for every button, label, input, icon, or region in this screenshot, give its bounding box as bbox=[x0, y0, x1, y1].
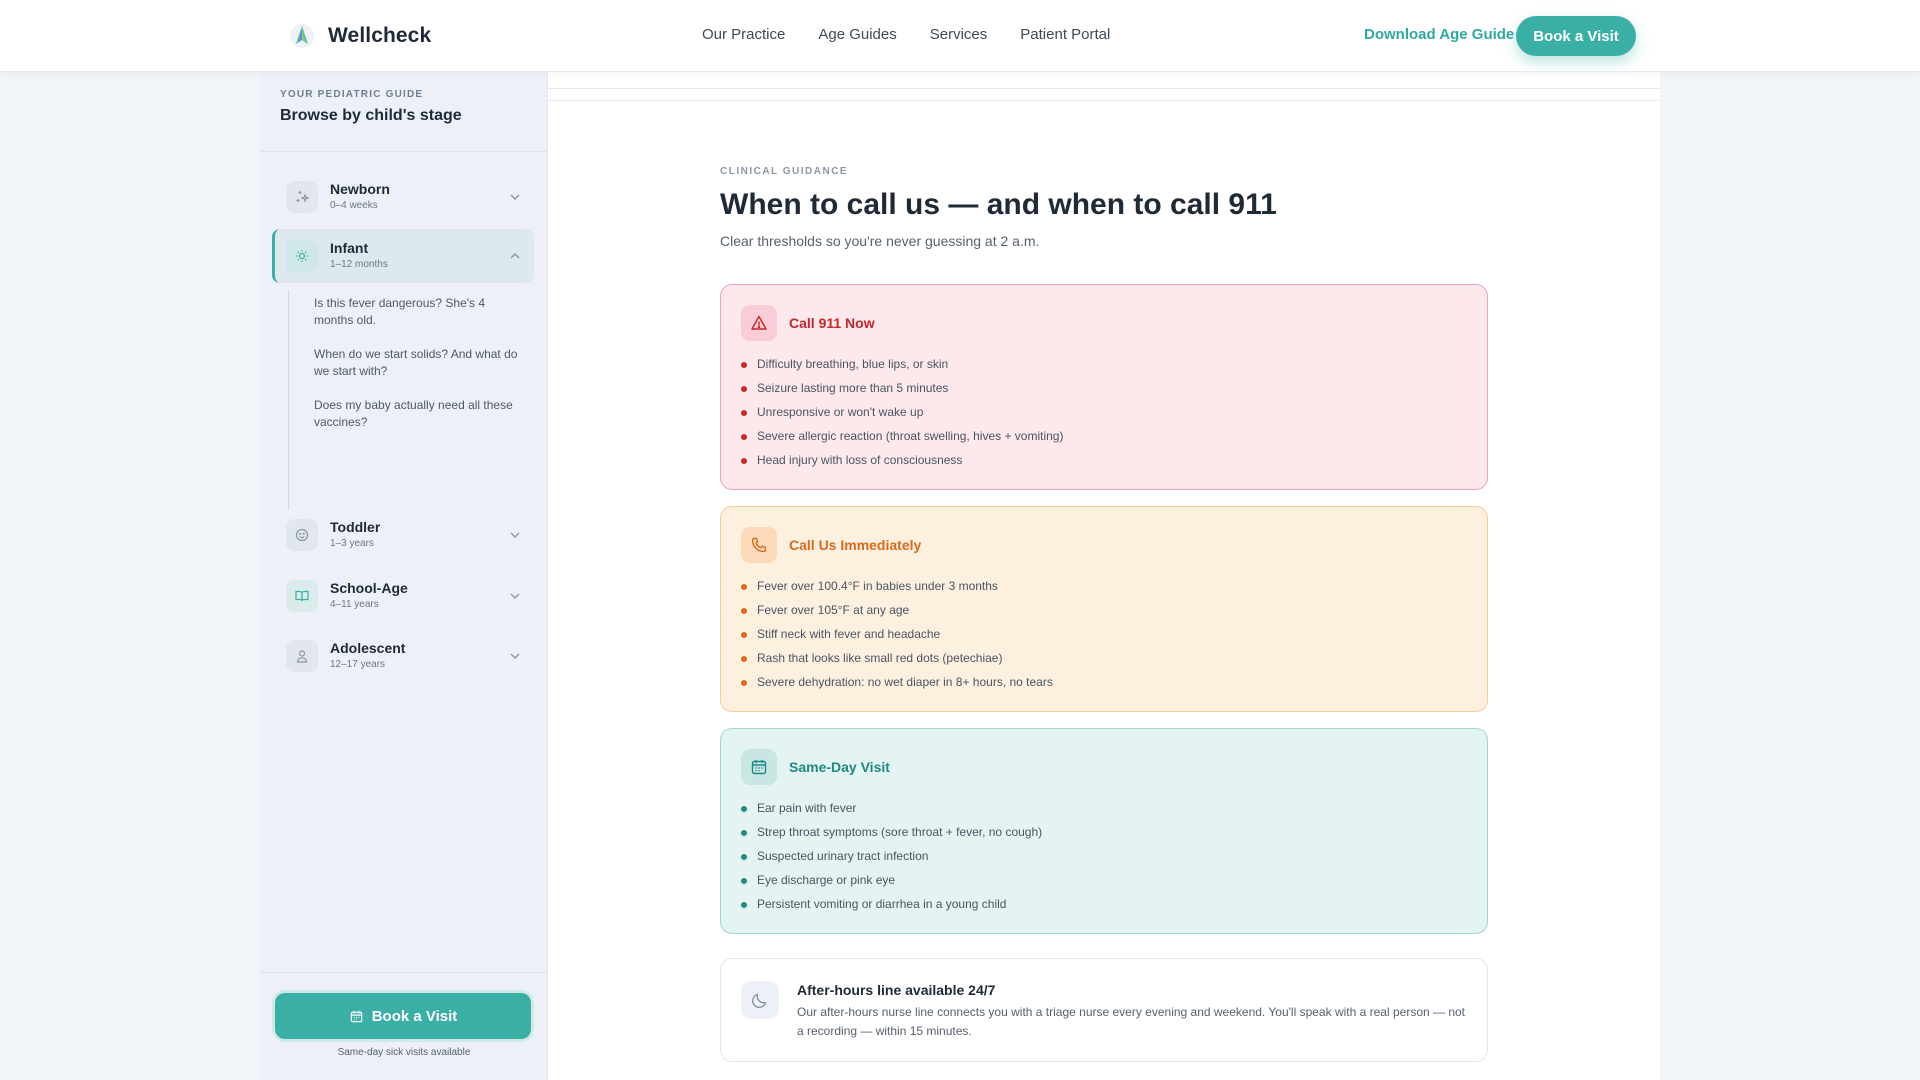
book-icon bbox=[286, 580, 318, 612]
logo-icon bbox=[290, 24, 314, 48]
stage-school-age[interactable]: School-Age 4–11 years bbox=[272, 569, 534, 623]
list-item: Eye discharge or pink eye bbox=[741, 872, 1042, 896]
moon-icon bbox=[741, 981, 779, 1019]
list-item: Severe dehydration: no wet diaper in 8+ … bbox=[741, 674, 1053, 698]
page-subtitle: Clear thresholds so you're never guessin… bbox=[720, 233, 1040, 249]
nav-services[interactable]: Services bbox=[930, 26, 988, 43]
list-item: Seizure lasting more than 5 minutes bbox=[741, 380, 1063, 404]
smile-icon bbox=[286, 519, 318, 551]
list-item: Head injury with loss of consciousness bbox=[741, 452, 1063, 476]
list-item: Difficulty breathing, blue lips, or skin bbox=[741, 356, 1063, 380]
call-911-card: Call 911 Now Difficulty breathing, blue … bbox=[720, 284, 1488, 490]
calendar-icon bbox=[741, 749, 777, 785]
section-kicker: CLINICAL GUIDANCE bbox=[720, 166, 849, 177]
brand-name: Wellcheck bbox=[328, 24, 432, 47]
stage-name: Newborn bbox=[330, 181, 390, 197]
sun-icon bbox=[286, 240, 318, 272]
stage-name: School-Age bbox=[330, 580, 408, 596]
list-item: Fever over 105°F at any age bbox=[741, 602, 1053, 626]
calendar-icon bbox=[350, 1010, 362, 1022]
list-item: Persistent vomiting or diarrhea in a you… bbox=[741, 896, 1042, 920]
stage-name: Adolescent bbox=[330, 640, 406, 656]
stage-infant[interactable]: Infant 1–12 months bbox=[272, 229, 534, 283]
sidebar-title: Browse by child's stage bbox=[280, 107, 462, 124]
nav-age-guides[interactable]: Age Guides bbox=[818, 26, 896, 43]
stage-toddler[interactable]: Toddler 1–3 years bbox=[272, 508, 534, 562]
stage-name: Infant bbox=[330, 240, 369, 256]
divider bbox=[548, 100, 1660, 101]
same-day-note: Same-day sick visits available bbox=[337, 1047, 471, 1058]
person-icon bbox=[286, 640, 318, 672]
card-list: Fever over 100.4°F in babies under 3 mon… bbox=[741, 578, 1053, 698]
stage-adolescent[interactable]: Adolescent 12–17 years bbox=[272, 629, 534, 683]
list-item: Unresponsive or won't wake up bbox=[741, 404, 1063, 428]
chevron-up-icon bbox=[510, 253, 520, 259]
main-nav: Our Practice Age Guides Services Patient… bbox=[702, 26, 1110, 43]
list-item: Strep throat symptoms (sore throat + fev… bbox=[741, 824, 1042, 848]
question-link[interactable]: When do we start solids? And what do we … bbox=[314, 346, 524, 380]
call-us-card: Call Us Immediately Fever over 100.4°F i… bbox=[720, 506, 1488, 712]
chevron-down-icon bbox=[510, 593, 520, 599]
nav-patient-portal[interactable]: Patient Portal bbox=[1020, 26, 1110, 43]
sidebar-book-label: Book a Visit bbox=[371, 1007, 458, 1025]
stage-age: 4–11 years bbox=[330, 599, 379, 610]
question-link[interactable]: Does my baby actually need all these vac… bbox=[314, 397, 524, 431]
card-list: Difficulty breathing, blue lips, or skin… bbox=[741, 356, 1063, 476]
phone-icon bbox=[741, 527, 777, 563]
list-item: Rash that looks like small red dots (pet… bbox=[741, 650, 1053, 674]
card-list: Ear pain with fever Strep throat symptom… bbox=[741, 800, 1042, 920]
after-hours-text: Our after-hours nurse line connects you … bbox=[797, 1005, 1466, 1038]
card-title: Same-Day Visit bbox=[789, 759, 890, 775]
chevron-down-icon bbox=[510, 532, 520, 538]
list-item: Severe allergic reaction (throat swellin… bbox=[741, 428, 1063, 452]
stage-age: 12–17 years bbox=[330, 659, 386, 670]
after-hours-title: After-hours line available 24/7 bbox=[797, 982, 996, 998]
list-item: Ear pain with fever bbox=[741, 800, 1042, 824]
brand-logo[interactable]: Wellcheck bbox=[288, 22, 431, 50]
stage-newborn[interactable]: Newborn 0–4 weeks bbox=[272, 170, 534, 224]
main-content: CLINICAL GUIDANCE When to call us — and … bbox=[548, 72, 1660, 1080]
sparkle-icon bbox=[286, 181, 318, 213]
download-age-guide-link[interactable]: Download Age Guide bbox=[1364, 26, 1514, 43]
infant-question-list: Is this fever dangerous? She's 4 months … bbox=[288, 290, 528, 510]
nav-our-practice[interactable]: Our Practice bbox=[702, 26, 785, 43]
card-title: Call 911 Now bbox=[789, 315, 875, 331]
card-title: Call Us Immediately bbox=[789, 537, 922, 553]
stage-name: Toddler bbox=[330, 519, 381, 535]
stage-age: 1–12 months bbox=[330, 259, 388, 270]
sidebar-kicker: YOUR PEDIATRIC GUIDE bbox=[280, 89, 424, 100]
sidebar-book-visit-button[interactable]: Book a Visit bbox=[275, 993, 531, 1039]
top-header: Wellcheck Our Practice Age Guides Servic… bbox=[0, 0, 1920, 72]
chevron-down-icon bbox=[510, 194, 520, 200]
same-day-visit-card: Same-Day Visit Ear pain with fever Strep… bbox=[720, 728, 1488, 934]
header-book-visit-button[interactable]: Book a Visit bbox=[1516, 16, 1636, 56]
list-item: Stiff neck with fever and headache bbox=[741, 626, 1053, 650]
list-item: Suspected urinary tract infection bbox=[741, 848, 1042, 872]
divider bbox=[548, 88, 1660, 89]
after-hours-card: After-hours line available 24/7 Our afte… bbox=[720, 958, 1488, 1062]
stage-sidebar: YOUR PEDIATRIC GUIDE Browse by child's s… bbox=[260, 72, 548, 1080]
page-title: When to call us — and when to call 911 bbox=[720, 188, 1277, 221]
question-link[interactable]: Is this fever dangerous? She's 4 months … bbox=[314, 295, 524, 329]
list-item: Fever over 100.4°F in babies under 3 mon… bbox=[741, 578, 1053, 602]
stage-age: 1–3 years bbox=[330, 538, 374, 549]
chevron-down-icon bbox=[510, 653, 520, 659]
stage-age: 0–4 weeks bbox=[330, 200, 378, 211]
sidebar-footer: Book a Visit Same-day sick visits availa… bbox=[260, 972, 548, 1080]
sidebar-header: YOUR PEDIATRIC GUIDE Browse by child's s… bbox=[260, 72, 548, 152]
warning-icon bbox=[741, 305, 777, 341]
